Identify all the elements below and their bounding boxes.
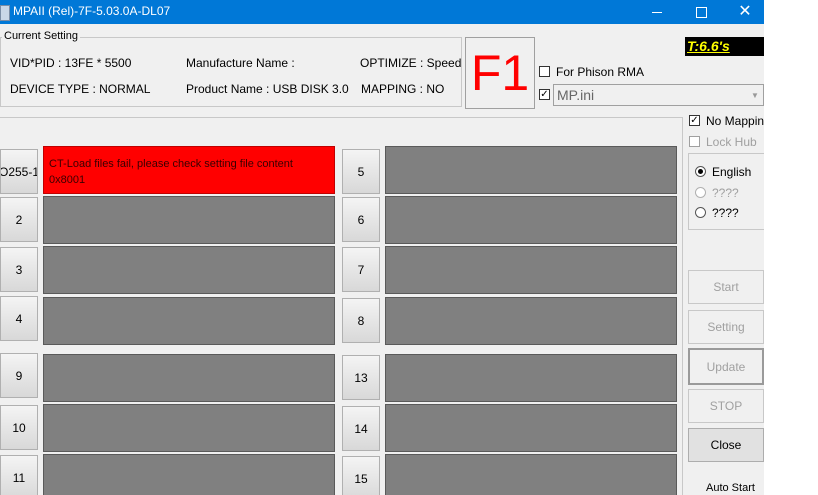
language-radio-english[interactable] (695, 166, 706, 177)
f1-text: F1 (470, 45, 530, 101)
close-window-button[interactable]: ✕ (722, 0, 764, 24)
lock-hub-label: Lock Hub (706, 135, 757, 149)
language-label-english: English (712, 165, 752, 179)
port-grid: O255-1 CT-Load files fail, please check … (0, 117, 683, 495)
port-status-1: CT-Load files fail, please check setting… (43, 146, 335, 194)
port-error-message: CT-Load files fail, please check setting… (49, 156, 293, 188)
timer-display: T:6.6's (685, 37, 764, 56)
ini-file-checkbox[interactable]: ✓ (539, 89, 550, 100)
mapping-text: MAPPING : NO (361, 82, 445, 96)
update-button[interactable]: Update (688, 348, 764, 385)
optimize-text: OPTIMIZE : Speed (360, 56, 462, 70)
port-button-5[interactable]: 5 (342, 149, 380, 194)
port-status-4 (43, 297, 335, 345)
port-status-7 (385, 246, 677, 294)
port-status-10 (43, 404, 335, 452)
auto-start-label[interactable]: Auto Start (706, 482, 755, 494)
port-button-14[interactable]: 14 (342, 406, 380, 451)
port-button-4[interactable]: 4 (0, 296, 38, 341)
phison-rma-checkbox[interactable] (539, 66, 550, 77)
setting-button[interactable]: Setting (688, 310, 764, 344)
port-button-2[interactable]: 2 (0, 197, 38, 242)
port-button-3[interactable]: 3 (0, 247, 38, 292)
app-icon (0, 5, 10, 21)
port-button-10[interactable]: 10 (0, 405, 38, 450)
ini-file-select[interactable]: MP.ini ▼ (553, 84, 764, 106)
port-status-15 (385, 454, 677, 495)
port-button-6[interactable]: 6 (342, 197, 380, 242)
close-icon: ✕ (738, 3, 752, 20)
port-status-13 (385, 354, 677, 402)
port-button-1[interactable]: O255-1 (0, 149, 38, 194)
window-title: MPAII (Rel)-7F-5.03.0A-DL07 (13, 4, 171, 18)
port-status-14 (385, 404, 677, 452)
minimize-button[interactable] (634, 0, 680, 24)
port-error-line1: CT-Load files fail, please check setting… (49, 158, 293, 170)
maximize-icon (695, 6, 707, 18)
minimize-icon (652, 11, 662, 13)
port-error-code: 0x8001 (49, 174, 86, 186)
port-button-7[interactable]: 7 (342, 247, 380, 292)
no-mapping-checkbox[interactable]: ✓ (689, 115, 700, 126)
chevron-down-icon[interactable]: ▼ (747, 85, 763, 105)
stop-button[interactable]: STOP (688, 389, 764, 423)
close-button[interactable]: Close (688, 428, 764, 462)
ini-file-value: MP.ini (557, 87, 595, 103)
language-label-3: ???? (712, 206, 739, 220)
port-button-11[interactable]: 11 (0, 455, 38, 495)
port-button-13[interactable]: 13 (342, 355, 380, 400)
current-setting-group (0, 37, 462, 107)
port-status-6 (385, 196, 677, 244)
port-button-15[interactable]: 15 (342, 456, 380, 495)
lock-hub-checkbox[interactable] (689, 136, 700, 147)
language-label-2: ???? (712, 186, 739, 200)
port-button-9[interactable]: 9 (0, 353, 38, 398)
port-button-8[interactable]: 8 (342, 298, 380, 343)
port-status-9 (43, 354, 335, 402)
language-radio-3[interactable] (695, 207, 706, 218)
maximize-button[interactable] (678, 0, 724, 24)
f1-indicator: F1 (465, 37, 535, 109)
language-radio-2[interactable] (695, 187, 706, 198)
current-setting-label: Current Setting (2, 30, 80, 42)
port-status-3 (43, 246, 335, 294)
main-window: MPAII (Rel)-7F-5.03.0A-DL07 ✕ Current Se… (0, 0, 764, 495)
title-bar: MPAII (Rel)-7F-5.03.0A-DL07 ✕ (0, 0, 764, 24)
port-status-11 (43, 454, 335, 495)
manufacture-name-text: Manufacture Name : (186, 56, 295, 70)
port-status-5 (385, 146, 677, 194)
product-name-text: Product Name : USB DISK 3.0 (186, 82, 349, 96)
device-type-text: DEVICE TYPE : NORMAL (10, 82, 151, 96)
vid-pid-text: VID*PID : 13FE * 5500 (10, 56, 132, 70)
port-status-8 (385, 297, 677, 345)
start-button[interactable]: Start (688, 270, 764, 304)
port-status-2 (43, 196, 335, 244)
no-mapping-label: No Mapping (706, 114, 764, 128)
phison-rma-label: For Phison RMA (556, 65, 645, 79)
